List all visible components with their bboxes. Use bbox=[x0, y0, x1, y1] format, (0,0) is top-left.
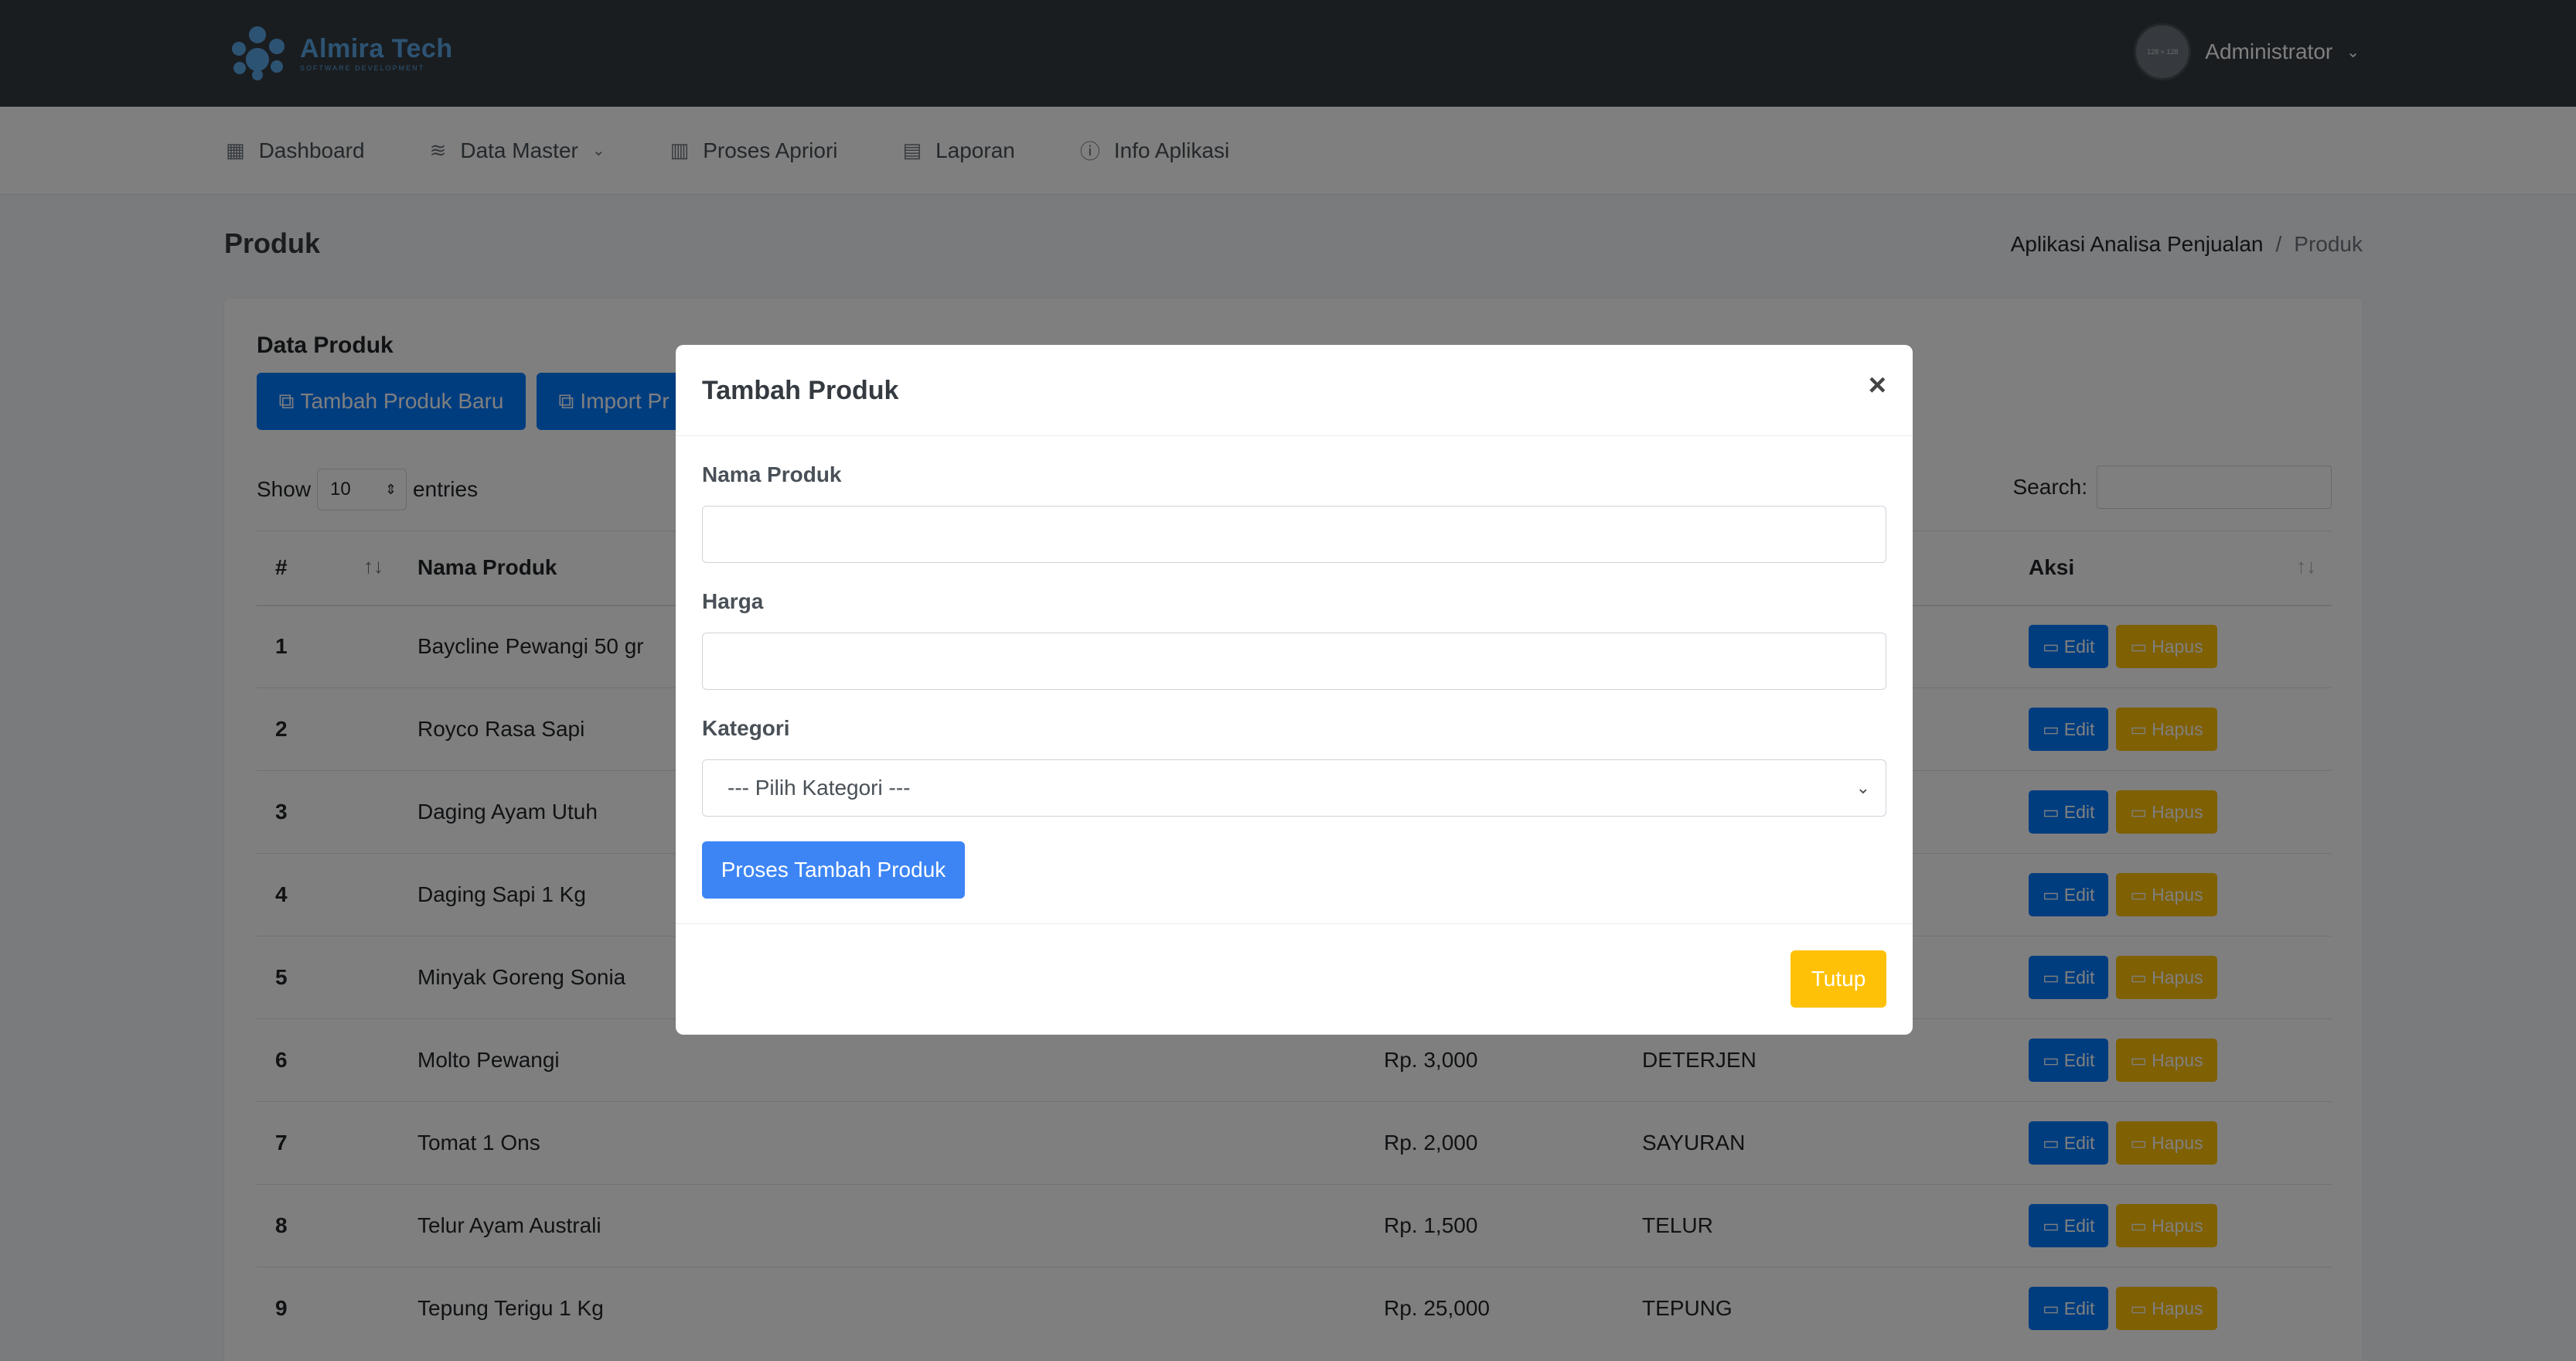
product-name-label: Nama Produk bbox=[702, 462, 842, 486]
modal-header: Tambah Produk × bbox=[676, 345, 1913, 436]
modal-footer: Tutup bbox=[676, 923, 1913, 1035]
close-modal-button[interactable]: Tutup bbox=[1791, 950, 1886, 1008]
add-product-modal: Tambah Produk × Nama Produk Harga Katego… bbox=[676, 345, 1913, 1035]
modal-title: Tambah Produk bbox=[702, 376, 899, 405]
category-select[interactable]: --- Pilih Kategori --- ⌄ bbox=[702, 759, 1886, 817]
close-icon[interactable]: × bbox=[1869, 368, 1886, 403]
submit-add-product-button[interactable]: Proses Tambah Produk bbox=[702, 841, 965, 899]
category-label: Kategori bbox=[702, 716, 790, 740]
category-selected-value: --- Pilih Kategori --- bbox=[727, 776, 911, 800]
chevron-down-icon: ⌄ bbox=[1855, 778, 1870, 797]
price-label: Harga bbox=[702, 589, 764, 613]
product-name-input[interactable] bbox=[702, 506, 1886, 563]
price-input[interactable] bbox=[702, 633, 1886, 690]
